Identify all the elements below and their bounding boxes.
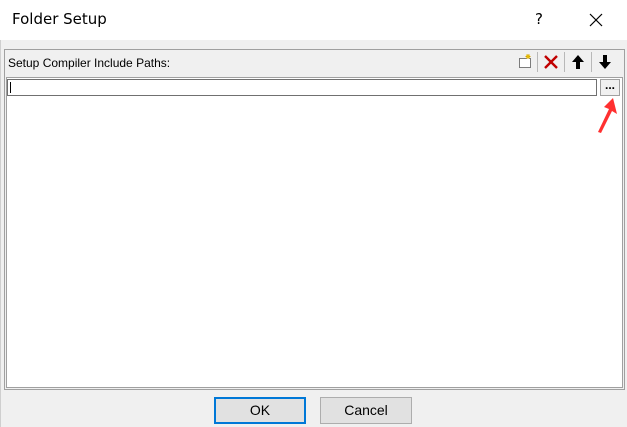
delete-x-icon xyxy=(544,55,558,69)
close-button[interactable] xyxy=(584,8,608,32)
title-bar: Folder Setup ? xyxy=(0,0,627,40)
new-folder-button[interactable] xyxy=(514,52,536,72)
window-border xyxy=(0,40,1,427)
ok-button[interactable]: OK xyxy=(214,397,306,424)
text-caret xyxy=(10,82,11,93)
toolbar-separator xyxy=(537,52,538,72)
delete-button[interactable] xyxy=(540,52,562,72)
arrow-up-icon xyxy=(572,55,584,69)
close-icon xyxy=(589,13,603,27)
move-down-button[interactable] xyxy=(594,52,616,72)
cancel-button[interactable]: Cancel xyxy=(320,397,412,424)
red-pointer-arrow-icon xyxy=(596,98,618,134)
window-title: Folder Setup xyxy=(12,10,107,28)
toolbar-separator xyxy=(591,52,592,72)
include-paths-panel: Setup Compiler Include Paths: xyxy=(4,49,625,390)
include-path-input[interactable] xyxy=(9,80,597,95)
include-paths-label: Setup Compiler Include Paths: xyxy=(8,56,171,70)
help-button[interactable]: ? xyxy=(528,8,550,30)
include-paths-list[interactable] xyxy=(6,77,623,388)
new-folder-icon xyxy=(519,54,531,68)
path-edit-row xyxy=(7,79,597,96)
arrow-down-icon xyxy=(599,55,611,69)
move-up-button[interactable] xyxy=(567,52,589,72)
browse-button[interactable]: ... xyxy=(600,79,620,96)
toolbar-separator xyxy=(564,52,565,72)
